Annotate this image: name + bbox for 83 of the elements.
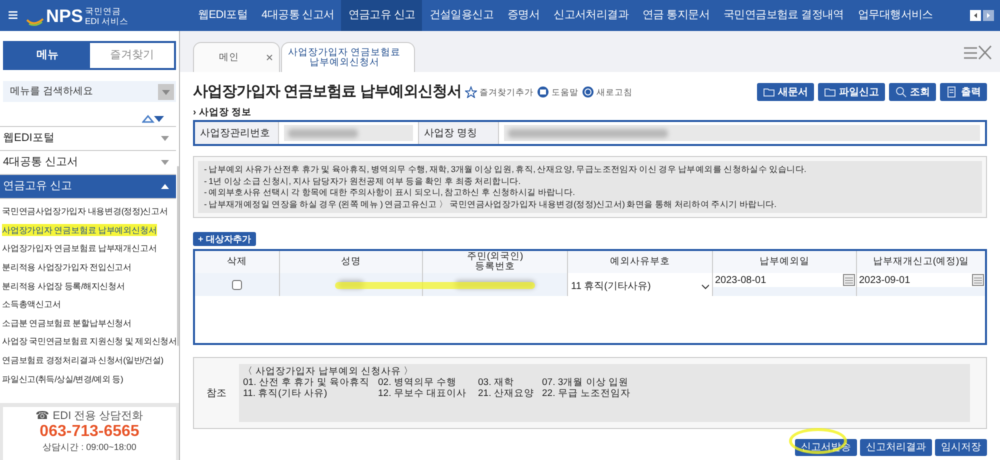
reference-label: 참조 (206, 386, 228, 400)
toolbar-button[interactable]: 조회 (889, 83, 936, 101)
toolbar-button[interactable]: 출력 (940, 83, 987, 101)
nav-tab[interactable]: 증명서 (500, 0, 547, 31)
logo-subtitle: 국민연금 (85, 6, 122, 16)
column-header: 삭제 (226, 255, 248, 269)
nav-tab[interactable]: 신고서처리결과 (546, 0, 636, 31)
calendar-icon[interactable] (843, 274, 855, 286)
date-field[interactable]: 2023-09-01 (857, 273, 985, 287)
header-link[interactable]: 새로고침 (582, 86, 632, 98)
header-link[interactable]: 도움말 (537, 86, 578, 98)
reference-title: 〈 사업장가입자 납부예외 신청사유 〉 (243, 366, 415, 377)
notice-text: - 1년 이상 소급 신청시, 지사 담당자가 원천공제 여부 등을 확인 후 최종 처리합니다. (204, 176, 522, 187)
dropdown-icon[interactable] (158, 84, 174, 100)
notice-text: - 납부재개예정일 연장을 하실 경우 (왼쪽 메뉴 ) 연금고유신고 〉 국민연금사업장가입자 내용변경(정정)신고서) 화면을 통해 처리하여 주시기 바랍니다. (204, 198, 778, 210)
reason-text: 11. 휴직(기타 사유) (243, 388, 328, 399)
star-icon (465, 86, 478, 98)
section-heading: › 사업장 정보 (193, 107, 252, 118)
contact-hours: 상담시간 : 09:00~18:00 (42, 441, 136, 453)
menu-item[interactable]: 소득총액신고서 (2, 298, 61, 310)
document-icon (946, 86, 958, 98)
logo-subtitle: EDI 서비스 (85, 16, 129, 26)
chevron-down-icon (701, 282, 709, 290)
folder-icon (763, 86, 775, 98)
toolbar-button[interactable]: 파일신고 (818, 83, 885, 101)
reason-text: 03. 재학 (478, 377, 515, 388)
calendar-icon[interactable] (972, 274, 984, 286)
notice-text: - 납부예외 사유가 산전후 휴가 및 육아휴직, 병역의무 수행, 재학, 3개월 이상 입원, 휴직, 산재요양, 무급노조전임자 이신 경우 납부예외를 신청하실수 있습니다. (204, 164, 808, 176)
document-tab[interactable]: 사업장가입자 연금보험료 납부예외신청서 (281, 42, 415, 72)
reason-text: 21. 산재요양 (478, 388, 535, 399)
nav-tab[interactable]: 4대공통 신고서 (254, 0, 342, 31)
header-link[interactable]: 즐겨찾기추가 (465, 86, 534, 98)
toolbar-button[interactable]: 새문서 (757, 83, 814, 101)
folder-icon (824, 86, 836, 98)
delete-checkbox[interactable] (232, 280, 242, 290)
nav-tab[interactable]: 연금 통지문서 (636, 0, 716, 31)
nav-tab[interactable]: 연금고유 신고 (341, 0, 422, 31)
close-icon[interactable] (266, 54, 273, 61)
book-icon (537, 86, 550, 98)
refresh-icon (582, 86, 594, 98)
menu-item[interactable]: 국민연금사업장가입자 내용변경(정정)신고서 (2, 205, 168, 218)
contact-title: ☎ EDI 전용 상담전화 (36, 409, 144, 423)
menu-icon[interactable]: ≡ (0, 0, 26, 31)
reason-text: 07. 3개월 이상 입원 (542, 377, 630, 388)
tab-menu-close-icon[interactable] (964, 45, 992, 60)
reason-text: 22. 무급 노조전임자 (542, 388, 632, 399)
collapse-icon[interactable] (160, 182, 170, 191)
expand-icon[interactable] (160, 158, 170, 167)
nav-tab[interactable]: 건설일용신고 (422, 0, 500, 31)
menu-item[interactable]: 사업장 국민연금보험료 지원신청 및 제외신청서 (2, 335, 178, 348)
action-button[interactable]: 임시저장 (935, 439, 987, 456)
action-button[interactable]: 신고처리결과 (860, 439, 932, 456)
menu-group[interactable]: 웹EDI포털 (0, 127, 176, 151)
swoosh-icon (26, 18, 44, 28)
reason-text: 02. 병역의무 수행 (378, 377, 458, 388)
menu-item[interactable]: 파일신고(취득/상실/변경/예외 등) (2, 372, 123, 385)
expand-icon[interactable] (160, 134, 170, 143)
field-label: 사업장 명칭 (418, 122, 498, 144)
nav-tab[interactable]: 웹EDI포털 (191, 0, 255, 31)
menu-item[interactable]: 분리적용 사업장가입자 전입신고서 (2, 261, 132, 274)
phone-number: 063-713-6565 (40, 423, 140, 441)
menu-group[interactable]: 연금고유 신고 (0, 175, 176, 199)
menu-item[interactable]: 사업장가입자 연금보험료 납부예외신청서 (2, 224, 157, 236)
collapse-expand-icon[interactable] (142, 114, 165, 124)
menu-item[interactable]: 사업장가입자 연금보험료 납부재개신고서 (2, 242, 157, 254)
menu-item[interactable]: 분리적용 사업장 등록/해지신청서 (2, 280, 125, 292)
blurred-text (288, 128, 358, 138)
logo-text: NPS (46, 6, 84, 26)
add-person-button[interactable]: + 대상자추가 (193, 232, 256, 246)
page-title: 사업장가입자 연금보험료 납부예외신청서 (193, 82, 462, 102)
nav-tab[interactable]: 업무대행서비스 (850, 0, 940, 31)
sidebar-tab[interactable]: 메뉴 (5, 43, 90, 68)
search-icon (895, 86, 907, 98)
notice-text: - 예외부호사유 선택시 각 항목에 대한 주의사항이 표시 되오니, 참고하신 후 신청하시길 바랍니다. (204, 187, 576, 198)
reason-text: 01. 산전 후 휴가 및 육아휴직 (243, 377, 370, 388)
scroll-left-icon[interactable] (970, 10, 981, 21)
field-label: 사업장관리번호 (195, 122, 278, 144)
document-tab[interactable]: 메인 (193, 42, 280, 72)
date-field[interactable]: 2023-08-01 (713, 273, 856, 287)
menu-item[interactable]: 연금보험료 경정처리결과 신청서(일반/건설) (2, 354, 163, 366)
nav-tab[interactable]: 국민연금보험료 결정내역 (716, 0, 851, 31)
reason-text: 12. 무보수 대표이사 (378, 388, 468, 399)
menu-item[interactable]: 소급분 연금보험료 분할납부신청서 (2, 316, 132, 329)
